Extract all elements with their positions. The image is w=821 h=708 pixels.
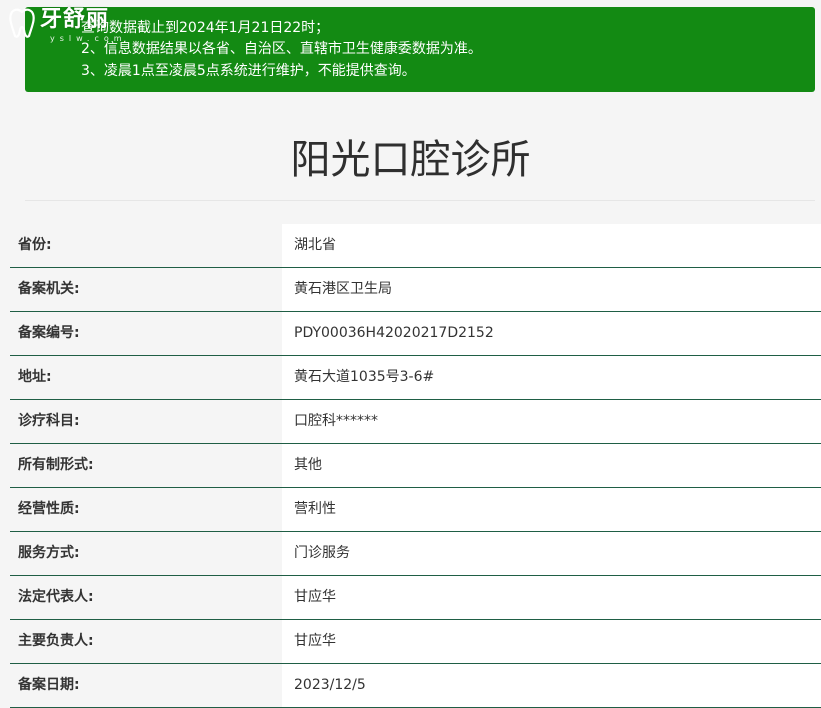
table-row: 备案机关: 黄石港区卫生局	[10, 268, 821, 312]
table-row: 地址: 黄石大道1035号3-6#	[10, 356, 821, 400]
table-row: 省份: 湖北省	[10, 224, 821, 268]
logo-domain-text: yslw.com	[50, 34, 127, 43]
row-label: 所有制形式:	[10, 444, 282, 487]
table-row: 服务方式: 门诊服务	[10, 532, 821, 576]
logo-brand-text: 牙舒丽	[40, 6, 110, 32]
site-logo: 牙舒丽 yslw.com	[4, 2, 144, 48]
notice-line-3: 3、凌晨1点至凌晨5点系统进行维护，不能提供查询。	[81, 63, 416, 79]
row-label: 经营性质:	[10, 488, 282, 531]
row-value: 湖北省	[282, 224, 821, 267]
row-value: 黄石港区卫生局	[282, 268, 821, 311]
row-value: 口腔科******	[282, 400, 821, 443]
row-label: 法定代表人:	[10, 576, 282, 619]
tooth-logo-icon	[9, 8, 35, 38]
table-row: 诊疗科目: 口腔科******	[10, 400, 821, 444]
row-label: 备案机关:	[10, 268, 282, 311]
row-label: 主要负责人:	[10, 620, 282, 663]
table-row: 法定代表人: 甘应华	[10, 576, 821, 620]
row-value: 营利性	[282, 488, 821, 531]
clinic-info-table: 省份: 湖北省 备案机关: 黄石港区卫生局 备案编号: PDY00036H42020217…	[10, 224, 821, 708]
title-divider	[25, 200, 815, 201]
row-label: 地址:	[10, 356, 282, 399]
page-title: 阳光口腔诊所	[290, 137, 531, 183]
row-label: 诊疗科目:	[10, 400, 282, 443]
row-label: 服务方式:	[10, 532, 282, 575]
table-row: 所有制形式: 其他	[10, 444, 821, 488]
row-value: 甘应华	[282, 576, 821, 619]
row-label: 备案日期:	[10, 664, 282, 707]
table-row: 主要负责人: 甘应华	[10, 620, 821, 664]
row-value: 2023/12/5	[282, 664, 821, 707]
row-value: 黄石大道1035号3-6#	[282, 356, 821, 399]
table-row: 备案编号: PDY00036H42020217D2152	[10, 312, 821, 356]
row-value: PDY00036H42020217D2152	[282, 312, 821, 355]
row-label: 省份:	[10, 224, 282, 267]
row-value: 门诊服务	[282, 532, 821, 575]
table-row: 经营性质: 营利性	[10, 488, 821, 532]
row-label: 备案编号:	[10, 312, 282, 355]
table-row: 备案日期: 2023/12/5	[10, 664, 821, 708]
row-value: 甘应华	[282, 620, 821, 663]
row-value: 其他	[282, 444, 821, 487]
